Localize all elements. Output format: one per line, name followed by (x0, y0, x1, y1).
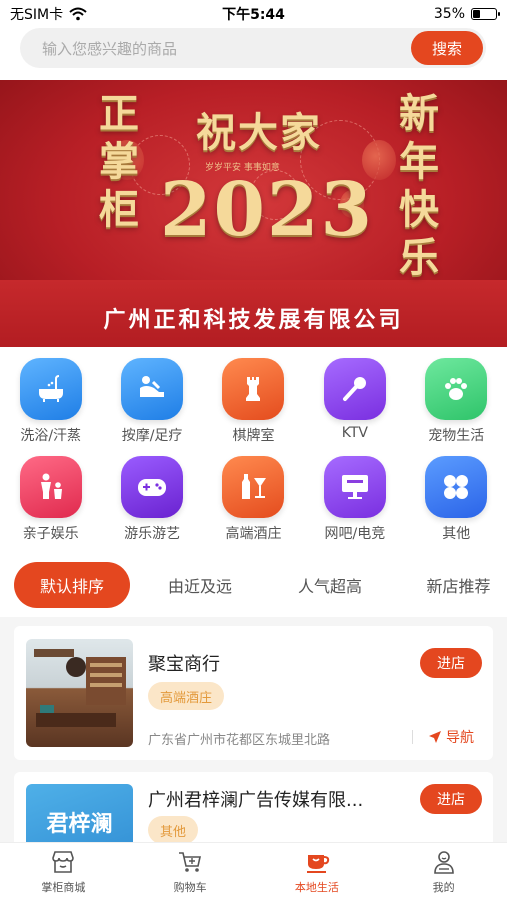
banner-right-text: 新 年 快 乐 (395, 90, 443, 282)
banner-right-char: 年 (399, 138, 439, 185)
category-bath[interactable]: 洗浴/汗蒸 (0, 350, 101, 448)
sort-tab-distance[interactable]: 由近及远 (150, 562, 250, 608)
category-label: 游乐游艺 (124, 526, 181, 542)
category-other[interactable]: 其他 (406, 448, 507, 545)
shop-address: 广东省广州市花都区东城里北路 (148, 733, 331, 748)
shop-name: 聚宝商行 (148, 654, 220, 675)
promo-banner[interactable]: 正 掌 柜 祝大家 岁岁平安 事事如意 2023 新 年 快 乐 广州正和科技发… (0, 80, 507, 347)
sort-tab-default[interactable]: 默认排序 (14, 562, 130, 608)
category-label: 高端酒庄 (225, 526, 282, 542)
microphone-icon (323, 358, 386, 420)
chess-icon (222, 358, 285, 420)
grid-icon (425, 456, 488, 518)
status-left: 无SIM卡 (10, 4, 87, 24)
shop-thumbnail-text: 君梓澜 (46, 812, 113, 837)
tab-label: 掌柜商城 (41, 880, 86, 894)
shop-card[interactable]: 聚宝商行 高端酒庄 广东省广州市花都区东城里北路 导航 进店 (14, 626, 493, 760)
tab-shop[interactable]: 掌柜商城 (0, 843, 127, 900)
local-life-icon (306, 854, 330, 873)
search-input[interactable]: 输入您感兴趣的商品 (20, 38, 411, 59)
shop-thumbnail: 君梓澜 (26, 784, 133, 842)
monitor-icon (323, 456, 386, 518)
paw-icon (425, 358, 488, 420)
category-internet-cafe[interactable]: 网吧/电竞 (304, 448, 405, 545)
profile-icon (433, 850, 454, 874)
massage-icon (121, 358, 184, 420)
banner-left-text: 正 掌 柜 (95, 90, 143, 234)
carrier-label: 无SIM卡 (10, 7, 64, 23)
category-wine[interactable]: 高端酒庄 (203, 448, 304, 545)
gamepad-icon (121, 456, 184, 518)
tab-cart[interactable]: 购物车 (127, 843, 254, 900)
status-right: 35% (433, 6, 500, 22)
search-bar: 输入您感兴趣的商品 搜索 (20, 28, 486, 68)
shop-tag: 其他 (148, 816, 199, 842)
tab-local-life[interactable]: 本地生活 (254, 843, 381, 900)
status-bar: 无SIM卡 下午5:44 35% (0, 0, 507, 28)
enter-shop-button[interactable]: 进店 (420, 648, 482, 678)
category-label: 宠物生活 (428, 428, 485, 444)
category-massage[interactable]: 按摩/足疗 (101, 350, 202, 448)
banner-headline: 祝大家 (196, 109, 322, 156)
banner-left-char: 正 (99, 90, 139, 137)
bathtub-icon (19, 358, 82, 420)
battery-icon (471, 8, 500, 20)
shop-name: 广州君梓澜广告传媒有限... (148, 790, 364, 811)
category-chess[interactable]: 棋牌室 (203, 350, 304, 448)
wine-icon (222, 456, 285, 518)
sort-tab-new[interactable]: 新店推荐 (410, 562, 507, 608)
category-label: 按摩/足疗 (121, 428, 183, 444)
navigate-label: 导航 (446, 730, 474, 746)
sort-tab-popular[interactable]: 人气超高 (280, 562, 380, 608)
category-label: 其他 (442, 526, 471, 542)
battery-percent: 35% (433, 6, 465, 22)
shop-list: 聚宝商行 高端酒庄 广东省广州市花都区东城里北路 导航 进店 君梓澜 广州君梓澜… (0, 617, 507, 842)
category-amusement[interactable]: 游乐游艺 (101, 448, 202, 545)
category-grid: 洗浴/汗蒸 按摩/足疗 棋牌室 KTV 宠物生活 亲子娱乐 游乐游艺 高端酒庄 … (0, 350, 507, 545)
category-parent-child[interactable]: 亲子娱乐 (0, 448, 101, 545)
category-label: 亲子娱乐 (22, 526, 79, 542)
bottom-tab-bar: 掌柜商城 购物车 本地生活 我的 (0, 842, 507, 900)
category-label: 网吧/电竞 (324, 526, 386, 542)
banner-left-char: 掌 (99, 138, 139, 185)
category-label: 棋牌室 (232, 428, 275, 444)
shop-tag: 高端酒庄 (148, 682, 225, 710)
shop-thumbnail (26, 639, 133, 747)
shop-icon (52, 850, 75, 873)
navigation-arrow-icon (429, 731, 441, 743)
divider (412, 730, 413, 744)
category-pet[interactable]: 宠物生活 (406, 350, 507, 448)
category-label: 洗浴/汗蒸 (20, 428, 82, 444)
parent-child-icon (19, 456, 82, 518)
banner-right-char: 乐 (399, 234, 439, 281)
shop-interior-image (34, 649, 126, 727)
sort-tabs: 默认排序 由近及远 人气超高 新店推荐 (0, 562, 507, 608)
tab-label: 我的 (432, 880, 455, 894)
banner-company: 广州正和科技发展有限公司 (103, 308, 404, 333)
navigate-button[interactable]: 导航 (428, 727, 474, 747)
category-label: KTV (341, 425, 368, 441)
category-ktv[interactable]: KTV (304, 350, 405, 448)
tab-profile[interactable]: 我的 (380, 843, 507, 900)
search-button[interactable]: 搜索 (411, 31, 483, 65)
wifi-icon (69, 7, 87, 21)
tab-label: 购物车 (173, 880, 207, 894)
banner-right-char: 新 (399, 90, 439, 137)
banner-right-char: 快 (399, 186, 439, 233)
tab-label: 本地生活 (294, 880, 339, 894)
banner-left-char: 柜 (99, 186, 139, 233)
battery-level (473, 10, 480, 18)
shop-card[interactable]: 君梓澜 广州君梓澜广告传媒有限... 其他 进店 (14, 772, 493, 842)
cart-icon (179, 851, 202, 872)
enter-shop-button[interactable]: 进店 (420, 784, 482, 814)
banner-year: 2023 (160, 167, 374, 253)
